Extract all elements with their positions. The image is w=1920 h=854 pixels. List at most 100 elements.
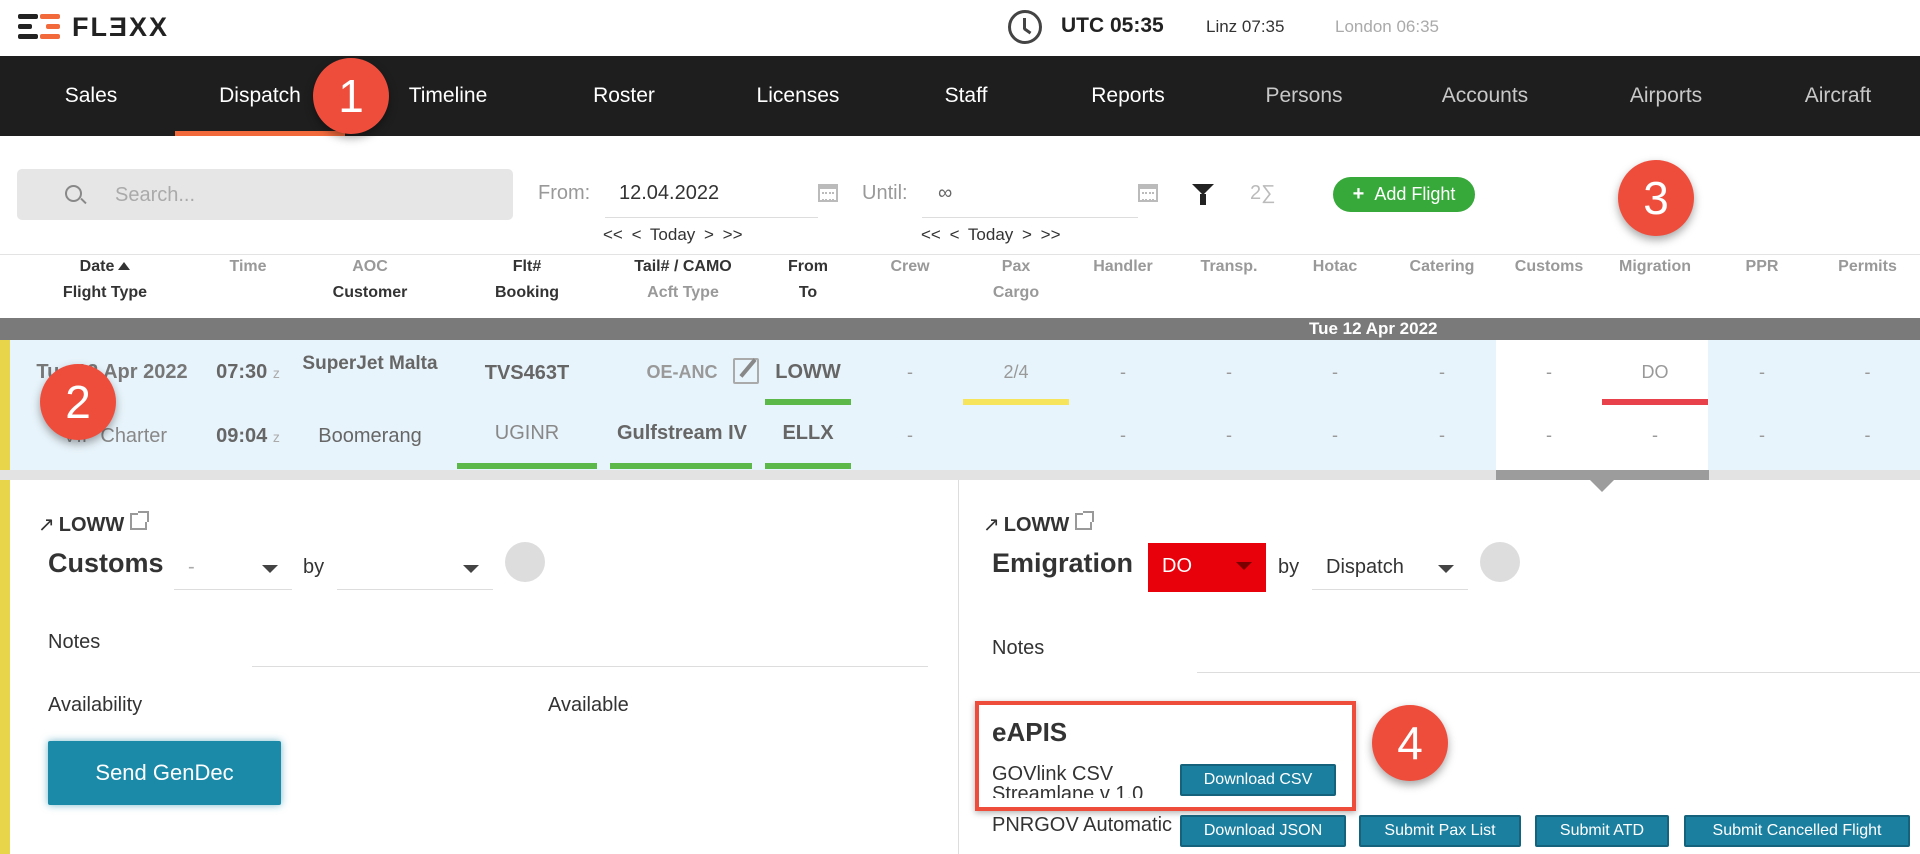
submit-pax-list-button[interactable]: Submit Pax List (1359, 815, 1521, 847)
flight-customer[interactable]: Boomerang (300, 425, 440, 448)
transp-cell[interactable]: - (1176, 362, 1282, 383)
emigration-status-select[interactable]: DO (1148, 543, 1266, 592)
emigration-by-label: by (1278, 556, 1300, 578)
until-label: Until: (862, 182, 908, 204)
emigration-status-dot[interactable] (1480, 542, 1520, 582)
pax-cell[interactable]: 2/4 (963, 362, 1069, 383)
nav-staff[interactable]: Staff (928, 56, 1004, 136)
nav-persons[interactable]: Persons (1256, 56, 1352, 136)
flight-number[interactable]: TVS463T (460, 362, 594, 385)
col-pax[interactable]: Pax Cargo (963, 254, 1069, 306)
calendar-icon[interactable] (1138, 184, 1158, 202)
submit-cancelled-flight-button[interactable]: Submit Cancelled Flight (1684, 815, 1910, 847)
search-input[interactable] (115, 181, 495, 209)
permits-cell-2[interactable]: - (1815, 425, 1920, 446)
departure-arrow-icon: ↗ (38, 514, 55, 536)
customs-status-dot[interactable] (505, 542, 545, 582)
availability-label: Availability (48, 694, 143, 716)
emigration-notes-input[interactable] (1197, 672, 1920, 673)
permits-cell[interactable]: - (1815, 362, 1920, 383)
send-gendec-button[interactable]: Send GenDec (48, 741, 281, 805)
emigration-by-select[interactable]: Dispatch (1312, 546, 1468, 590)
chevron-down-icon (262, 565, 278, 573)
from-status-bar (765, 399, 851, 405)
from-date-field[interactable]: 12.04.2022 (605, 176, 818, 218)
nav-reports[interactable]: Reports (1076, 56, 1180, 136)
flight-aoc[interactable]: SuperJet Malta (300, 354, 440, 374)
nav-accounts[interactable]: Accounts (1435, 56, 1535, 136)
ppr-cell-2[interactable]: - (1709, 425, 1815, 446)
emigration-status-value: DO (1162, 555, 1192, 577)
migration-cell-2[interactable]: - (1602, 425, 1708, 446)
col-date[interactable]: Date Flight Type (40, 254, 170, 306)
col-time[interactable]: Time (208, 254, 288, 280)
customs-cell[interactable]: - (1496, 362, 1602, 383)
from-date-nav[interactable]: << < Today > >> (603, 225, 743, 245)
from-label: From: (538, 182, 591, 204)
col-aoc[interactable]: AOC Customer (300, 254, 440, 306)
flexx-logo[interactable]: FLƎXX (18, 10, 169, 44)
add-flight-button[interactable]: + Add Flight (1333, 177, 1475, 212)
customs-notes-input[interactable] (252, 666, 928, 667)
catering-cell-2[interactable]: - (1389, 425, 1495, 446)
download-json-button[interactable]: Download JSON (1180, 815, 1346, 847)
customs-by-select[interactable] (337, 546, 493, 590)
flight-acft-type[interactable]: Gulfstream IV (610, 422, 754, 445)
col-transp[interactable]: Transp. (1176, 254, 1282, 280)
filter-icon[interactable] (1192, 184, 1214, 205)
flight-to[interactable]: ELLX (765, 422, 851, 445)
calendar-icon[interactable] (818, 184, 838, 202)
nav-airports[interactable]: Airports (1620, 56, 1712, 136)
nav-roster[interactable]: Roster (578, 56, 670, 136)
local-time-linz: Linz 07:35 (1206, 17, 1285, 36)
col-tail[interactable]: Tail# / CAMO Acft Type (608, 254, 758, 306)
col-ppr[interactable]: PPR (1709, 254, 1815, 280)
col-pax-label: Pax (1001, 258, 1031, 275)
customs-airport-link[interactable]: ↗ LOWW (38, 511, 150, 537)
nav-timeline[interactable]: Timeline (393, 56, 503, 136)
sum-icon[interactable]: 2∑ (1250, 182, 1275, 205)
catering-cell[interactable]: - (1389, 362, 1495, 383)
flight-std: 07:30 z (208, 361, 288, 384)
external-link-icon[interactable] (130, 511, 150, 530)
col-flight-no[interactable]: Flt# Booking (460, 254, 594, 306)
edit-icon[interactable] (733, 358, 759, 384)
migration-cell[interactable]: DO (1602, 362, 1708, 383)
logo-mark-icon (18, 10, 64, 44)
customs-notes-label: Notes (48, 631, 101, 653)
submit-atd-button[interactable]: Submit ATD (1535, 815, 1669, 847)
flight-from[interactable]: LOWW (765, 361, 851, 384)
customs-cell-2[interactable]: - (1496, 425, 1602, 446)
col-handler[interactable]: Handler (1070, 254, 1176, 280)
col-customs[interactable]: Customs (1496, 254, 1602, 280)
booking-status-bar (457, 463, 597, 469)
col-permits[interactable]: Permits (1815, 254, 1920, 280)
emigration-airport-link[interactable]: ↗ LOWW (983, 511, 1095, 537)
chevron-down-icon (1438, 565, 1454, 573)
selected-column-indicator (1496, 470, 1709, 480)
nav-sales[interactable]: Sales (44, 56, 138, 136)
col-migration[interactable]: Migration (1602, 254, 1708, 280)
external-link-icon[interactable] (1075, 511, 1095, 530)
customs-status-select[interactable]: - (174, 546, 292, 590)
nav-aircraft[interactable]: Aircraft (1794, 56, 1882, 136)
col-crew[interactable]: Crew (860, 254, 960, 280)
col-catering[interactable]: Catering (1389, 254, 1495, 280)
col-from-label: From (788, 258, 828, 275)
flight-booking[interactable]: UGINR (460, 422, 594, 445)
col-hotac[interactable]: Hotac (1282, 254, 1388, 280)
crew-cell[interactable]: - (860, 362, 960, 383)
hotac-cell[interactable]: - (1282, 362, 1388, 383)
migration-status-bar (1602, 399, 1708, 405)
crew-cell-2[interactable]: - (860, 425, 960, 446)
hotac-cell-2[interactable]: - (1282, 425, 1388, 446)
transp-cell-2[interactable]: - (1176, 425, 1282, 446)
handler-cell[interactable]: - (1070, 362, 1176, 383)
handler-cell-2[interactable]: - (1070, 425, 1176, 446)
until-date-nav[interactable]: << < Today > >> (921, 225, 1061, 245)
col-from[interactable]: From To (768, 254, 848, 306)
nav-licenses[interactable]: Licenses (745, 56, 851, 136)
ppr-cell[interactable]: - (1709, 362, 1815, 383)
until-date-field[interactable]: ∞ (922, 176, 1138, 218)
sort-ascending-icon (118, 262, 131, 270)
